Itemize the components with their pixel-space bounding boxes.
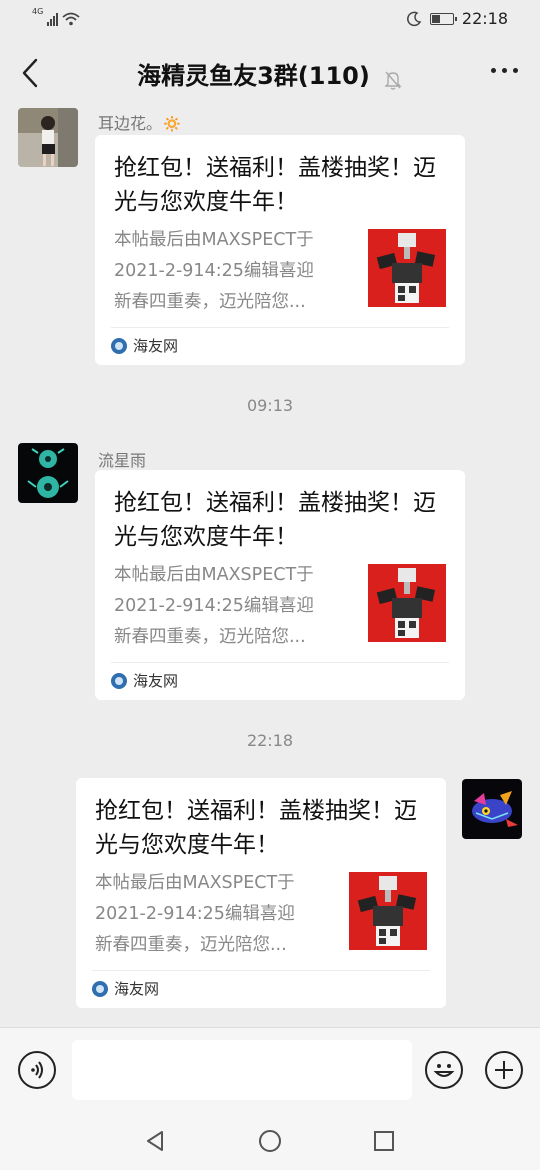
status-right: 22:18: [406, 9, 508, 28]
card-title: 抢红包！送福利！盖楼抽奖！迈光与您欢度牛年！: [114, 490, 436, 550]
source-logo-icon: [111, 337, 127, 354]
voice-icon[interactable]: [18, 1051, 56, 1089]
card-thumbnail: [349, 872, 427, 950]
message-item: 耳边花。🔅 抢红包！送福利！盖楼抽奖！迈光与您欢度牛年！ 本帖最后由MAXSPE…: [0, 108, 540, 368]
card-source: 海友网: [92, 978, 159, 999]
network-type: 4G: [32, 7, 44, 16]
message-item: 流星雨 抢红包！送福利！盖楼抽奖！迈光与您欢度牛年！ 本帖最后由MAXSPECT…: [0, 443, 540, 703]
desc-line: 本帖最后由MAXSPECT于: [114, 565, 314, 585]
sender-name: 流星雨: [98, 451, 147, 470]
timestamp: 09:13: [246, 396, 294, 415]
timestamp: 22:18: [246, 731, 294, 750]
circle-home-icon[interactable]: [258, 1129, 282, 1153]
desc-line: 本帖最后由MAXSPECT于: [95, 873, 295, 893]
card-description: 本帖最后由MAXSPECT于 2021-2-914:25编辑喜迎 新春四重奏，迈…: [95, 868, 335, 961]
emoji-icon[interactable]: [425, 1051, 463, 1089]
chat-header: 海精灵鱼友3群(110): [0, 38, 540, 108]
card-title: 抢红包！送福利！盖楼抽奖！迈光与您欢度牛年！: [95, 798, 417, 858]
moon-icon: [406, 11, 422, 26]
triangle-back-icon[interactable]: [143, 1129, 167, 1153]
system-navigation: [0, 1111, 540, 1170]
desc-line: 新春四重奏，迈光陪您...: [114, 292, 306, 312]
bell-off-icon: [384, 71, 402, 90]
desc-line: 2021-2-914:25编辑喜迎: [95, 904, 295, 924]
message-item-outgoing: 抢红包！送福利！盖楼抽奖！迈光与您欢度牛年！ 本帖最后由MAXSPECT于 20…: [0, 778, 540, 1018]
plus-icon[interactable]: [485, 1051, 523, 1089]
link-card[interactable]: 抢红包！送福利！盖楼抽奖！迈光与您欢度牛年！ 本帖最后由MAXSPECT于 20…: [95, 470, 465, 700]
desc-line: 新春四重奏，迈光陪您...: [95, 935, 287, 955]
battery-icon: [429, 12, 457, 25]
chat-title: 海精灵鱼友3群(110): [137, 62, 370, 90]
card-divider: [111, 327, 449, 328]
source-name: 海友网: [114, 980, 160, 998]
avatar[interactable]: [462, 779, 522, 839]
card-thumbnail: [368, 564, 446, 642]
card-thumbnail: [368, 229, 446, 307]
card-divider: [92, 970, 430, 971]
link-card[interactable]: 抢红包！送福利！盖楼抽奖！迈光与您欢度牛年！ 本帖最后由MAXSPECT于 20…: [95, 135, 465, 365]
desc-line: 2021-2-914:25编辑喜迎: [114, 261, 314, 281]
status-bar: 4G 22:18: [0, 0, 540, 38]
source-logo-icon: [92, 980, 108, 997]
network-status: 4G: [32, 8, 80, 26]
card-description: 本帖最后由MAXSPECT于 2021-2-914:25编辑喜迎 新春四重奏，迈…: [114, 560, 354, 653]
title-wrap: 海精灵鱼友3群(110): [0, 56, 540, 91]
signal-icon: [47, 12, 59, 26]
input-bar: [0, 1027, 540, 1112]
message-input[interactable]: [72, 1040, 412, 1100]
square-recent-icon[interactable]: [373, 1130, 395, 1152]
desc-line: 本帖最后由MAXSPECT于: [114, 230, 314, 250]
card-source: 海友网: [111, 670, 178, 691]
sender-name: 耳边花。🔅: [98, 114, 182, 133]
desc-line: 2021-2-914:25编辑喜迎: [114, 596, 314, 616]
avatar[interactable]: [18, 108, 78, 167]
source-name: 海友网: [133, 337, 179, 355]
card-title: 抢红包！送福利！盖楼抽奖！迈光与您欢度牛年！: [114, 155, 436, 215]
more-dots-icon[interactable]: [491, 68, 518, 73]
link-card[interactable]: 抢红包！送福利！盖楼抽奖！迈光与您欢度牛年！ 本帖最后由MAXSPECT于 20…: [76, 778, 446, 1008]
source-name: 海友网: [133, 672, 179, 690]
card-description: 本帖最后由MAXSPECT于 2021-2-914:25编辑喜迎 新春四重奏，迈…: [114, 225, 354, 318]
avatar[interactable]: [18, 443, 78, 503]
wifi-icon: [62, 12, 80, 26]
card-divider: [111, 662, 449, 663]
desc-line: 新春四重奏，迈光陪您...: [114, 627, 306, 647]
status-time: 22:18: [461, 9, 508, 28]
card-source: 海友网: [111, 335, 178, 356]
source-logo-icon: [111, 672, 127, 689]
